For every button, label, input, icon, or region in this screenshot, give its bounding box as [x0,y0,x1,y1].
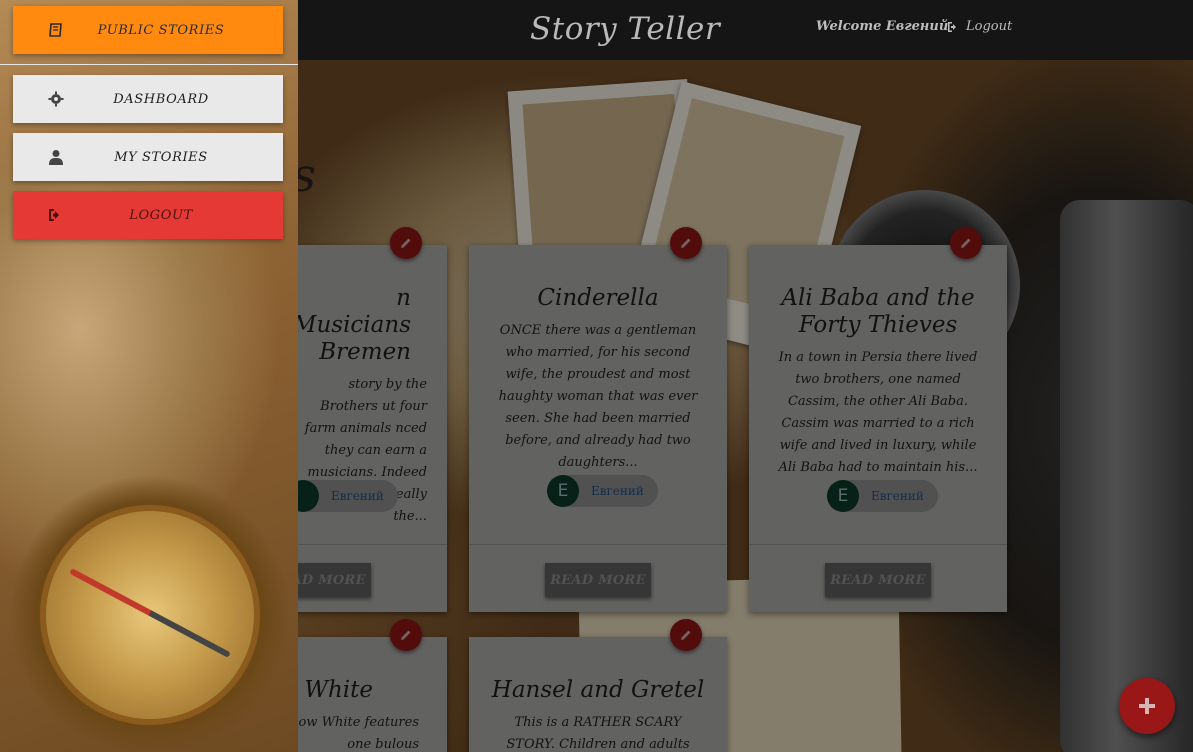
sidenav-item-my-stories[interactable]: MY STORIES [13,133,283,181]
nav-logout-label: Logout [966,19,1013,34]
plus-icon [1139,698,1155,714]
sidenav-item-logout[interactable]: LOGOUT [13,191,283,239]
welcome-text: Welcome Евгений [816,19,949,34]
sidenav-item-dashboard[interactable]: DASHBOARD [13,75,283,123]
sign-out-icon [948,21,956,32]
sidenav-item-label: MY STORIES [114,149,208,165]
brand-logo[interactable]: Story Teller [530,6,720,52]
sidenav-divider [0,64,298,65]
sidenav-item-label: LOGOUT [129,207,193,223]
side-navigation: PUBLIC STORIES DASHBOARD MY STORIES LOGO… [0,0,298,752]
add-story-button[interactable] [1119,678,1175,734]
nav-logout-link[interactable]: Logout [947,19,1012,34]
sidenav-item-label: DASHBOARD [113,91,209,107]
sidenav-item-label: PUBLIC STORIES [97,22,225,38]
sidenav-item-public-stories[interactable]: PUBLIC STORIES [13,6,283,54]
